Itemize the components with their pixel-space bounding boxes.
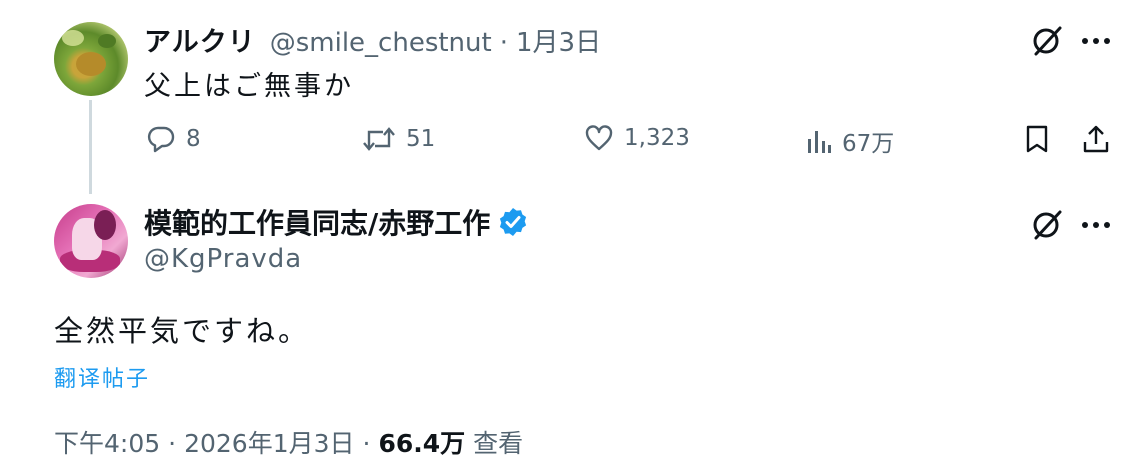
verified-badge-icon[interactable]	[498, 207, 528, 237]
more-icon[interactable]	[1082, 222, 1110, 230]
like-count: 1,323	[624, 125, 690, 151]
heart-icon	[585, 125, 613, 151]
meta-separator: ·	[362, 429, 371, 458]
tweet-display-name[interactable]: 模範的工作員同志/赤野工作	[144, 202, 490, 242]
reply-avatar[interactable]	[54, 22, 128, 96]
avatar-highlight	[62, 30, 84, 46]
tweet-avatar[interactable]	[54, 204, 128, 278]
translate-post-link[interactable]: 翻译帖子	[54, 361, 150, 393]
avatar-leaf	[98, 34, 116, 48]
tweet-views-label: 查看	[473, 429, 524, 458]
reply-handle[interactable]: @smile_chestnut	[270, 28, 492, 58]
reply-icon	[147, 126, 175, 153]
reply-tweet[interactable]: アルクリ @smile_chestnut · 1月3日 父上はご無事か 8 51	[0, 0, 1146, 190]
reply-action-likes[interactable]: 1,323	[584, 124, 690, 152]
reply-action-reposts[interactable]: 51	[362, 124, 435, 154]
repost-count: 51	[406, 126, 436, 152]
tweet-date[interactable]: 2026年1月3日	[184, 424, 354, 460]
reply-date[interactable]: 1月3日	[516, 22, 601, 59]
bookmark-icon	[1026, 125, 1048, 153]
tweet-views-count[interactable]: 66.4万	[378, 424, 465, 460]
tweet-handle[interactable]: @KgPravda	[144, 244, 302, 274]
reply-separator: ·	[499, 28, 508, 58]
avatar-bird	[76, 52, 106, 76]
reply-count: 8	[186, 126, 201, 152]
grok-icon[interactable]	[1030, 24, 1064, 58]
more-icon[interactable]	[1082, 38, 1110, 46]
reply-display-name[interactable]: アルクリ	[144, 20, 256, 59]
reply-header: アルクリ @smile_chestnut · 1月3日	[144, 20, 601, 59]
tweet-text: 全然平気ですね。	[54, 314, 311, 348]
tweet-time[interactable]: 下午4:05	[54, 424, 160, 460]
view-count: 67万	[842, 131, 895, 157]
grok-icon[interactable]	[1030, 208, 1064, 242]
meta-separator: ·	[168, 429, 177, 458]
analytics-icon	[808, 131, 831, 153]
bookmark-button[interactable]	[1024, 124, 1050, 154]
reply-actions: 8 51 1,323 67万	[0, 124, 1146, 164]
repost-icon	[363, 127, 395, 151]
reply-action-views[interactable]: 67万	[806, 124, 894, 158]
share-icon	[1083, 125, 1109, 153]
tweet-meta: 下午4:05 · 2026年1月3日 · 66.4万 查看	[54, 424, 523, 460]
reply-action-replies[interactable]: 8	[146, 124, 201, 154]
reply-text: 父上はご無事か	[144, 71, 354, 102]
tweet-header: 模範的工作員同志/赤野工作	[144, 202, 528, 242]
avatar-hair	[94, 210, 116, 240]
share-button[interactable]	[1082, 124, 1110, 154]
